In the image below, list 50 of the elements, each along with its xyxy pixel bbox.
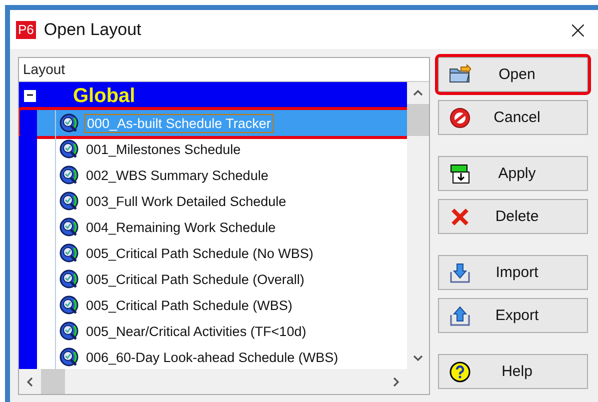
table-arrow-icon	[449, 162, 471, 184]
layout-name: 000_As-built Schedule Tracker	[84, 114, 274, 132]
layout-name: 004_Remaining Work Schedule	[85, 218, 277, 236]
globe-icon	[59, 113, 79, 133]
close-button[interactable]: ×	[564, 16, 592, 44]
globe-icon	[59, 347, 79, 367]
layout-item[interactable]: 002_WBS Summary Schedule	[19, 162, 407, 188]
group-label: Global	[73, 84, 136, 108]
globe-icon	[59, 321, 79, 341]
layout-name: 002_WBS Summary Schedule	[85, 166, 270, 184]
open-button[interactable]: Open	[438, 57, 588, 92]
scroll-thumb[interactable]	[41, 369, 65, 394]
layout-name: 005_Near/Critical Activities (TF<10d)	[85, 322, 308, 340]
x-icon	[449, 206, 471, 228]
globe-icon	[59, 139, 79, 159]
globe-icon	[59, 191, 79, 211]
cancel-button[interactable]: Cancel	[438, 100, 588, 135]
layout-name: 003_Full Work Detailed Schedule	[85, 192, 288, 210]
help-button[interactable]: Help	[438, 354, 588, 389]
import-button[interactable]: Import	[438, 255, 588, 290]
layout-item[interactable]: 005_Critical Path Schedule (WBS)	[19, 292, 407, 318]
globe-icon	[59, 269, 79, 289]
folder-icon	[449, 64, 471, 86]
upload-icon	[449, 304, 471, 326]
layout-item[interactable]: 005_Near/Critical Activities (TF<10d)	[19, 318, 407, 344]
globe-icon	[59, 295, 79, 315]
app-logo: P6	[16, 20, 36, 38]
help-icon	[449, 360, 471, 382]
download-icon	[449, 262, 471, 284]
layout-item[interactable]: 001_Milestones Schedule	[19, 136, 407, 162]
layout-name: 005_Critical Path Schedule (WBS)	[85, 296, 294, 314]
layout-item[interactable]: 003_Full Work Detailed Schedule	[19, 188, 407, 214]
collapse-toggle[interactable]: −	[24, 90, 36, 102]
layout-item[interactable]: 004_Remaining Work Schedule	[19, 214, 407, 240]
layout-name: 005_Critical Path Schedule (No WBS)	[85, 244, 314, 262]
column-header: Layout	[19, 58, 429, 82]
window-title: Open Layout	[44, 20, 142, 40]
layout-name: 005_Critical Path Schedule (Overall)	[85, 270, 306, 288]
globe-icon	[59, 217, 79, 237]
apply-button[interactable]: Apply	[438, 156, 588, 191]
globe-icon	[59, 165, 79, 185]
delete-button[interactable]: Delete	[438, 199, 588, 234]
export-button[interactable]: Export	[438, 298, 588, 333]
scroll-thumb[interactable]	[407, 104, 429, 136]
no-entry-icon	[449, 106, 471, 128]
layout-item[interactable]: 005_Critical Path Schedule (Overall)	[19, 266, 407, 292]
layout-name: 006_60-Day Look-ahead Schedule (WBS)	[85, 348, 340, 366]
globe-icon	[59, 243, 79, 263]
layout-item[interactable]: 005_Critical Path Schedule (No WBS)	[19, 240, 407, 266]
layout-name: 001_Milestones Schedule	[85, 140, 242, 158]
